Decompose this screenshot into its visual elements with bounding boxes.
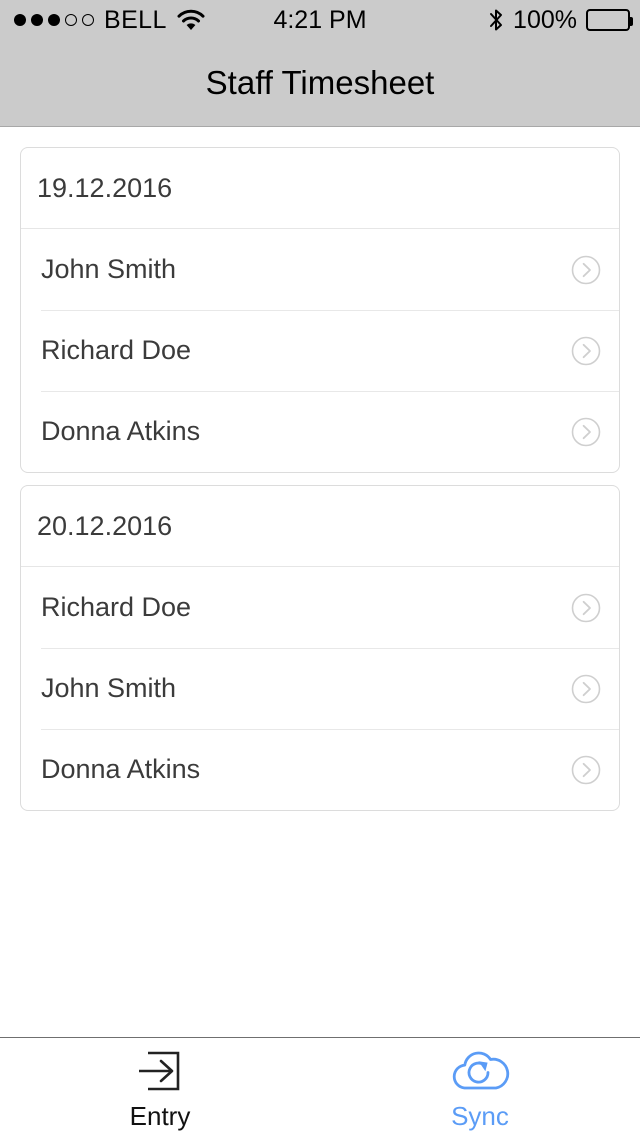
date-group-header: 20.12.2016 <box>21 486 619 567</box>
battery-percent-label: 100% <box>513 5 577 34</box>
entry-list: Richard Doe John Smith Donna Atkins <box>21 567 619 810</box>
navigation-bar: Staff Timesheet <box>0 40 640 127</box>
list-item[interactable]: Richard Doe <box>21 567 619 648</box>
date-label: 20.12.2016 <box>37 510 173 541</box>
staff-name: John Smith <box>41 673 177 703</box>
status-bar-right: 100% <box>488 0 633 40</box>
date-group-card: 20.12.2016 Richard Doe John Smith Donna … <box>20 485 620 811</box>
tab-entry-label: Entry <box>129 1100 191 1131</box>
date-group-card: 19.12.2016 John Smith Richard Doe Donna … <box>20 147 620 473</box>
app-screen: BELL 4:21 PM 100% Staff Timesheet 19.12.… <box>0 0 640 1136</box>
timesheet-list: 19.12.2016 John Smith Richard Doe Donna … <box>0 128 640 1036</box>
battery-icon <box>586 9 633 31</box>
page-title: Staff Timesheet <box>205 64 435 101</box>
cloud-sync-icon <box>449 1047 511 1095</box>
clock-label: 4:21 PM <box>273 5 367 34</box>
staff-name: Richard Doe <box>41 592 192 622</box>
chevron-right-icon[interactable] <box>571 417 601 447</box>
staff-name: Donna Atkins <box>41 416 201 446</box>
staff-name: Donna Atkins <box>41 754 201 784</box>
bluetooth-icon <box>488 8 504 32</box>
chevron-right-icon[interactable] <box>571 593 601 623</box>
tab-sync-label: Sync <box>451 1100 509 1131</box>
entry-list: John Smith Richard Doe Donna Atkins <box>21 229 619 472</box>
staff-name: Richard Doe <box>41 335 192 365</box>
chevron-right-icon[interactable] <box>571 755 601 785</box>
date-group-header: 19.12.2016 <box>21 148 619 229</box>
entry-arrow-icon <box>134 1047 186 1095</box>
tab-bar: Entry Sync <box>0 1037 640 1136</box>
chevron-right-icon[interactable] <box>571 674 601 704</box>
list-item[interactable]: John Smith <box>21 229 619 310</box>
staff-name: John Smith <box>41 254 177 284</box>
date-label: 19.12.2016 <box>37 172 173 203</box>
list-item[interactable]: Donna Atkins <box>21 391 619 472</box>
list-item[interactable]: John Smith <box>21 648 619 729</box>
chevron-right-icon[interactable] <box>571 336 601 366</box>
tab-entry[interactable]: Entry <box>0 1038 320 1136</box>
list-item[interactable]: Donna Atkins <box>21 729 619 810</box>
tab-sync[interactable]: Sync <box>320 1038 640 1136</box>
status-bar: BELL 4:21 PM 100% <box>0 0 640 40</box>
list-item[interactable]: Richard Doe <box>21 310 619 391</box>
chevron-right-icon[interactable] <box>571 255 601 285</box>
